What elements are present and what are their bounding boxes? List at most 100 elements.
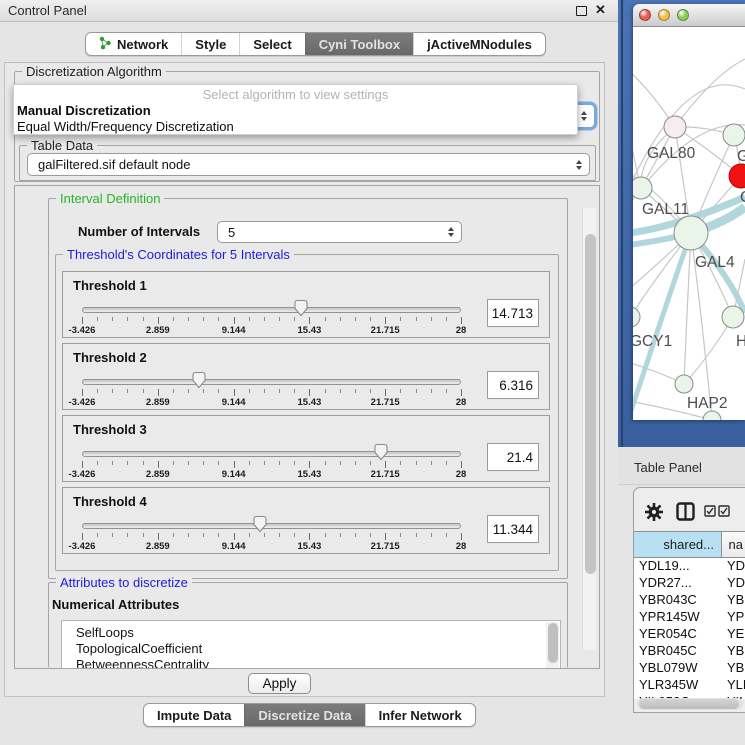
table-panel-title: Table Panel bbox=[634, 460, 702, 475]
minimize-traffic-light-icon[interactable] bbox=[658, 9, 670, 21]
network-node-h[interactable] bbox=[722, 306, 744, 328]
threshold-value-field[interactable] bbox=[487, 515, 539, 543]
slider-tick bbox=[294, 317, 295, 321]
table-row[interactable]: YDR27...YDR2 bbox=[634, 575, 745, 592]
slider-track[interactable] bbox=[82, 307, 461, 313]
tab-discretize-data[interactable]: Discretize Data bbox=[244, 704, 364, 726]
number-of-intervals-combobox[interactable]: 5 bbox=[217, 221, 462, 243]
slider-tick bbox=[370, 389, 371, 393]
interval-definition-label: Interval Definition bbox=[56, 191, 164, 206]
attribute-list-item[interactable]: SelfLoops bbox=[62, 625, 560, 641]
interval-definition-group: Interval Definition Number of Intervals … bbox=[48, 198, 568, 579]
network-canvas[interactable]: GAL80GACGAL11GAL4GCY1HHAP2 bbox=[633, 27, 745, 420]
slider-thumb-icon[interactable] bbox=[252, 515, 268, 533]
slider-tick bbox=[294, 389, 295, 393]
attribute-list-item[interactable]: BetweennessCentrality bbox=[62, 657, 560, 669]
zoom-traffic-light-icon[interactable] bbox=[677, 9, 689, 21]
table-horizontal-scrollbar[interactable] bbox=[637, 698, 743, 710]
table-data-combobox[interactable]: galFiltered.sif default node bbox=[27, 153, 590, 176]
table-rows[interactable]: YDL19...YDL1YDR27...YDR2YBR043CYBR0YPR14… bbox=[634, 558, 745, 699]
threshold-slider[interactable]: -3.4262.8599.14415.4321.71528 bbox=[82, 370, 461, 408]
slider-tick bbox=[385, 461, 386, 468]
table-row[interactable]: YPR145WYPR1 bbox=[634, 609, 745, 626]
slider-thumb-icon[interactable] bbox=[191, 371, 207, 389]
table-row[interactable]: YBR043CYBR0 bbox=[634, 592, 745, 609]
columns-icon[interactable] bbox=[676, 502, 695, 521]
table-data-label: Table Data bbox=[27, 138, 97, 153]
slider-thumb-icon[interactable] bbox=[373, 443, 389, 461]
tab-cyni-toolbox[interactable]: Cyni Toolbox bbox=[305, 33, 413, 55]
network-graph[interactable]: GAL80GACGAL11GAL4GCY1HHAP2 bbox=[633, 27, 745, 420]
column-header-name[interactable]: na bbox=[722, 532, 745, 557]
settings-scrollbar-thumb[interactable] bbox=[585, 234, 596, 574]
table-row[interactable]: YDL19...YDL1 bbox=[634, 558, 745, 575]
threshold-value-field[interactable] bbox=[487, 371, 539, 399]
float-icon[interactable] bbox=[576, 6, 587, 16]
slider-tick bbox=[127, 389, 128, 393]
tab-network[interactable]: Network bbox=[86, 33, 181, 55]
slider-tick bbox=[309, 461, 310, 468]
slider-tick bbox=[446, 389, 447, 393]
network-node-gal80[interactable] bbox=[664, 116, 686, 138]
slider-tick bbox=[82, 389, 83, 396]
list-scrollbar-thumb[interactable] bbox=[548, 623, 558, 663]
threshold-slider[interactable]: -3.4262.8599.14415.4321.71528 bbox=[82, 514, 461, 552]
network-node-gcy1[interactable] bbox=[633, 307, 640, 327]
table-hscrollbar-thumb[interactable] bbox=[639, 699, 739, 709]
panel-title: Control Panel bbox=[8, 3, 87, 18]
column-header-shared-name[interactable]: shared... bbox=[634, 532, 722, 557]
slider-tick bbox=[234, 461, 235, 468]
slider-tick bbox=[158, 389, 159, 396]
slider-tick bbox=[325, 389, 326, 393]
tab-select[interactable]: Select bbox=[239, 33, 304, 55]
slider-tick bbox=[431, 533, 432, 537]
slider-tick bbox=[385, 317, 386, 324]
tab-infer-network[interactable]: Infer Network bbox=[365, 704, 475, 726]
slider-tick bbox=[218, 389, 219, 393]
slider-tick bbox=[203, 389, 204, 393]
tab-jactivemnodules[interactable]: jActiveMNodules bbox=[413, 33, 545, 55]
slider-tick-label: -3.426 bbox=[69, 325, 96, 336]
threshold-value-field[interactable] bbox=[487, 443, 539, 471]
network-node-ga[interactable] bbox=[723, 124, 745, 146]
apply-button[interactable]: Apply bbox=[248, 673, 311, 694]
slider-tick bbox=[234, 389, 235, 396]
threshold-value-field[interactable] bbox=[487, 299, 539, 327]
slider-tick-label: 15.43 bbox=[298, 469, 322, 480]
settings-scroll-area: Interval Definition Number of Intervals … bbox=[14, 185, 600, 669]
slider-thumb-icon[interactable] bbox=[293, 299, 309, 317]
table-row[interactable]: YLR345WYLR3 bbox=[634, 677, 745, 694]
network-node-hap2[interactable] bbox=[675, 375, 693, 393]
number-of-intervals-label: Number of Intervals bbox=[78, 224, 200, 239]
network-node[interactable] bbox=[703, 411, 721, 420]
checkbox-filter-icon[interactable] bbox=[704, 505, 730, 517]
threshold-slider[interactable]: -3.4262.8599.14415.4321.71528 bbox=[82, 298, 461, 336]
dropdown-option[interactable]: Manual Discretization bbox=[14, 103, 577, 119]
tab-style[interactable]: Style bbox=[181, 33, 239, 55]
threshold-slider[interactable]: -3.4262.8599.14415.4321.71528 bbox=[82, 442, 461, 480]
close-icon[interactable]: ✕ bbox=[595, 2, 606, 18]
table-row[interactable]: YBR045CYBR0 bbox=[634, 643, 745, 660]
network-node-gal11[interactable] bbox=[633, 177, 652, 199]
tab-impute-data[interactable]: Impute Data bbox=[144, 704, 244, 726]
slider-track[interactable] bbox=[82, 379, 461, 385]
dropdown-option[interactable]: Equal Width/Frequency Discretization bbox=[14, 119, 577, 135]
table-row[interactable]: YBL079WYBL0 bbox=[634, 660, 745, 677]
attribute-list-item[interactable]: TopologicalCoefficient bbox=[62, 641, 560, 657]
table-row[interactable]: YER054CYER0 bbox=[634, 626, 745, 643]
slider-tick bbox=[143, 533, 144, 537]
slider-tick-label: 15.43 bbox=[298, 325, 322, 336]
slider-track[interactable] bbox=[82, 451, 461, 457]
slider-tick-label: 15.43 bbox=[298, 397, 322, 408]
settings-vertical-scrollbar[interactable] bbox=[582, 208, 596, 650]
list-scrollbar[interactable] bbox=[546, 622, 559, 669]
slider-tick bbox=[97, 533, 98, 537]
close-traffic-light-icon[interactable] bbox=[639, 9, 651, 21]
number-of-intervals-value: 5 bbox=[228, 225, 235, 240]
numerical-attributes-list[interactable]: SelfLoopsTopologicalCoefficientBetweenne… bbox=[61, 620, 561, 669]
cell-name: YDL1 bbox=[722, 558, 745, 575]
slider-track[interactable] bbox=[82, 523, 461, 529]
gear-icon[interactable] bbox=[644, 502, 664, 522]
slider-tick bbox=[158, 317, 159, 324]
network-node-gal4[interactable] bbox=[674, 216, 708, 250]
